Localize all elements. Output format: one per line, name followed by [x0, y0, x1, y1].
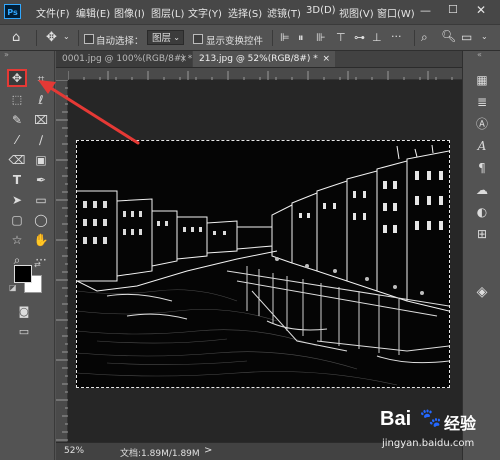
chevron-down-icon: ⌄: [173, 33, 180, 42]
align-left-icon[interactable]: ⊫: [280, 31, 290, 44]
minimize-button[interactable]: —: [420, 4, 431, 17]
crop-tool-icon[interactable]: ⌧: [31, 111, 51, 129]
eyedropper-icon[interactable]: ⁄: [7, 131, 27, 149]
default-colors-icon[interactable]: ◪: [9, 283, 17, 292]
swap-colors-icon[interactable]: ⇄: [34, 260, 41, 269]
brush-icon[interactable]: ∕: [31, 131, 51, 149]
menu-view[interactable]: 视图(V): [339, 5, 374, 20]
menu-select[interactable]: 选择(S): [228, 5, 262, 20]
menu-window[interactable]: 窗口(W): [377, 5, 415, 20]
right-panel-dock: « ▦ ≣ Ⓐ A ¶ ☁ ◐ ⊞ ◈: [462, 50, 500, 460]
close-icon[interactable]: ×: [322, 51, 330, 67]
search-icon[interactable]: 🔍︎: [441, 29, 456, 43]
align-hcenter-icon[interactable]: ⏸: [298, 31, 304, 45]
eraser-icon[interactable]: ⌫: [7, 151, 27, 169]
tool-strip: » ✥ ⌗ ⬚ ℓ ✎ ⌧ ⁄ ∕ ⌫ ▣ T ✒ ➤ ▭ ▢ ◯ ☆ ✋ ⌕ …: [0, 50, 55, 460]
venice-glowing-edges-image: [77, 141, 449, 387]
type-icon[interactable]: T: [7, 171, 27, 189]
home-icon[interactable]: ⌂: [12, 30, 20, 45]
path-select-icon[interactable]: ➤: [7, 191, 27, 209]
menu-image[interactable]: 图像(I): [114, 5, 145, 20]
tab-doc-213[interactable]: 213.jpg @ 52%(RGB/8#) * ×: [193, 51, 335, 67]
maximize-button[interactable]: ☐: [448, 3, 458, 16]
status-menu-arrow-icon[interactable]: >: [204, 445, 212, 456]
options-bar: ⌂ ✥ ⌄ 自动选择： 图层 ⌄ 显示变换控件 ⊫ ⏸ ⊪ ⊤ ⊶ ⊥ ··· …: [0, 24, 500, 51]
rectangle-icon[interactable]: ▭: [31, 191, 51, 209]
divider: [78, 30, 79, 46]
quick-mask-icon[interactable]: ◙: [14, 303, 34, 321]
adjustments-icon[interactable]: ◐: [473, 203, 491, 221]
align-vcenter-icon[interactable]: ⊶: [354, 31, 365, 44]
document-tab-bar: 0001.jpg @ 100%(RGB/8#) * × 213.jpg @ 52…: [56, 51, 462, 68]
chevron-down-icon[interactable]: ⌄: [481, 32, 488, 41]
show-transform-label: 显示变换控件: [206, 36, 264, 47]
divider: [272, 30, 273, 46]
ruler-corner: [56, 68, 68, 80]
menu-edit[interactable]: 编辑(E): [76, 5, 110, 20]
pen-icon[interactable]: ✒: [31, 171, 51, 189]
styles-icon[interactable]: ⊞: [473, 225, 491, 243]
chevron-down-icon[interactable]: ⌄: [63, 32, 70, 41]
foreground-color-swatch[interactable]: [14, 265, 32, 283]
divider: [36, 30, 37, 46]
divider: [414, 30, 415, 46]
paw-logo-icon: 🐾︎: [418, 406, 444, 430]
history-icon[interactable]: ▦: [473, 71, 491, 89]
auto-select-label: 自动选择：: [96, 36, 144, 47]
auto-select-value: 图层: [152, 33, 172, 44]
marquee-icon[interactable]: ⬚: [7, 91, 27, 109]
auto-select-checkbox[interactable]: [84, 34, 94, 44]
crop-icon[interactable]: ⌗: [31, 70, 51, 88]
ellipse-icon[interactable]: ◯: [31, 211, 51, 229]
star-icon[interactable]: ☆: [7, 231, 27, 249]
ruler-ticks: [56, 79, 68, 441]
menu-layer[interactable]: 图层(L): [151, 5, 184, 20]
document-info: 文档:1.89M/1.89M: [120, 449, 200, 459]
menu-3d[interactable]: 3D(D): [306, 5, 336, 16]
show-transform-checkbox[interactable]: [193, 34, 203, 44]
move-tool-preset-icon[interactable]: ✥: [46, 30, 57, 45]
menu-bar: Ps 文件(F) 编辑(E) 图像(I) 图层(L) 文字(Y) 选择(S) 滤…: [0, 0, 500, 24]
libraries-icon[interactable]: ☁: [473, 181, 491, 199]
menu-file[interactable]: 文件(F): [36, 5, 70, 20]
expand-panels-icon[interactable]: «: [477, 50, 482, 59]
tab-label: 0001.jpg @ 100%(RGB/8#) *: [62, 54, 193, 64]
vertical-ruler[interactable]: [56, 79, 68, 442]
close-window-button[interactable]: ✕: [476, 3, 486, 17]
hand-icon[interactable]: ✋: [31, 231, 51, 249]
baidu-jingyan-watermark: Bai 🐾︎ 经验 jingyan.baidu.com: [372, 404, 497, 458]
tab-doc-0001[interactable]: 0001.jpg @ 100%(RGB/8#) * ×: [56, 51, 192, 67]
screen-mode-icon[interactable]: ▭: [14, 323, 34, 341]
paragraph-icon[interactable]: A: [473, 137, 491, 155]
align-right-icon[interactable]: ⊪: [316, 31, 326, 44]
photoshop-logo-icon: Ps: [4, 4, 21, 19]
move-icon[interactable]: ✥: [7, 69, 27, 87]
watermark-url: jingyan.baidu.com: [382, 438, 475, 449]
align-top-icon[interactable]: ⊤: [336, 31, 346, 44]
quick-select-icon[interactable]: ✎: [7, 111, 27, 129]
3d-mode-icon[interactable]: ⌕: [421, 30, 428, 45]
tab-label: 213.jpg @ 52%(RGB/8#) *: [199, 54, 318, 64]
paragraph-align-icon[interactable]: ¶: [473, 159, 491, 177]
gradient-icon[interactable]: ▣: [31, 151, 51, 169]
lasso-icon[interactable]: ℓ: [31, 91, 51, 109]
close-icon[interactable]: ×: [179, 51, 187, 67]
collapse-arrows-icon[interactable]: »: [4, 50, 9, 59]
zoom-level[interactable]: 52%: [64, 446, 84, 456]
character-icon[interactable]: Ⓐ: [473, 115, 491, 133]
horizontal-ruler[interactable]: [67, 68, 462, 83]
properties-icon[interactable]: ≣: [473, 93, 491, 111]
document-image[interactable]: [76, 140, 450, 388]
distribute-icon[interactable]: ···: [391, 30, 402, 43]
watermark-brand: Bai: [380, 408, 412, 430]
auto-select-dropdown[interactable]: 图层 ⌄: [147, 30, 184, 45]
menu-filter[interactable]: 滤镜(T): [267, 5, 301, 20]
rect-shape-icon[interactable]: ▢: [7, 211, 27, 229]
align-bottom-icon[interactable]: ⊥: [372, 31, 382, 44]
menu-type[interactable]: 文字(Y): [188, 5, 222, 20]
watermark-brand-cn: 经验: [444, 414, 477, 433]
layers-icon[interactable]: ◈: [473, 283, 491, 301]
workspace-icon[interactable]: ▭: [461, 30, 472, 44]
